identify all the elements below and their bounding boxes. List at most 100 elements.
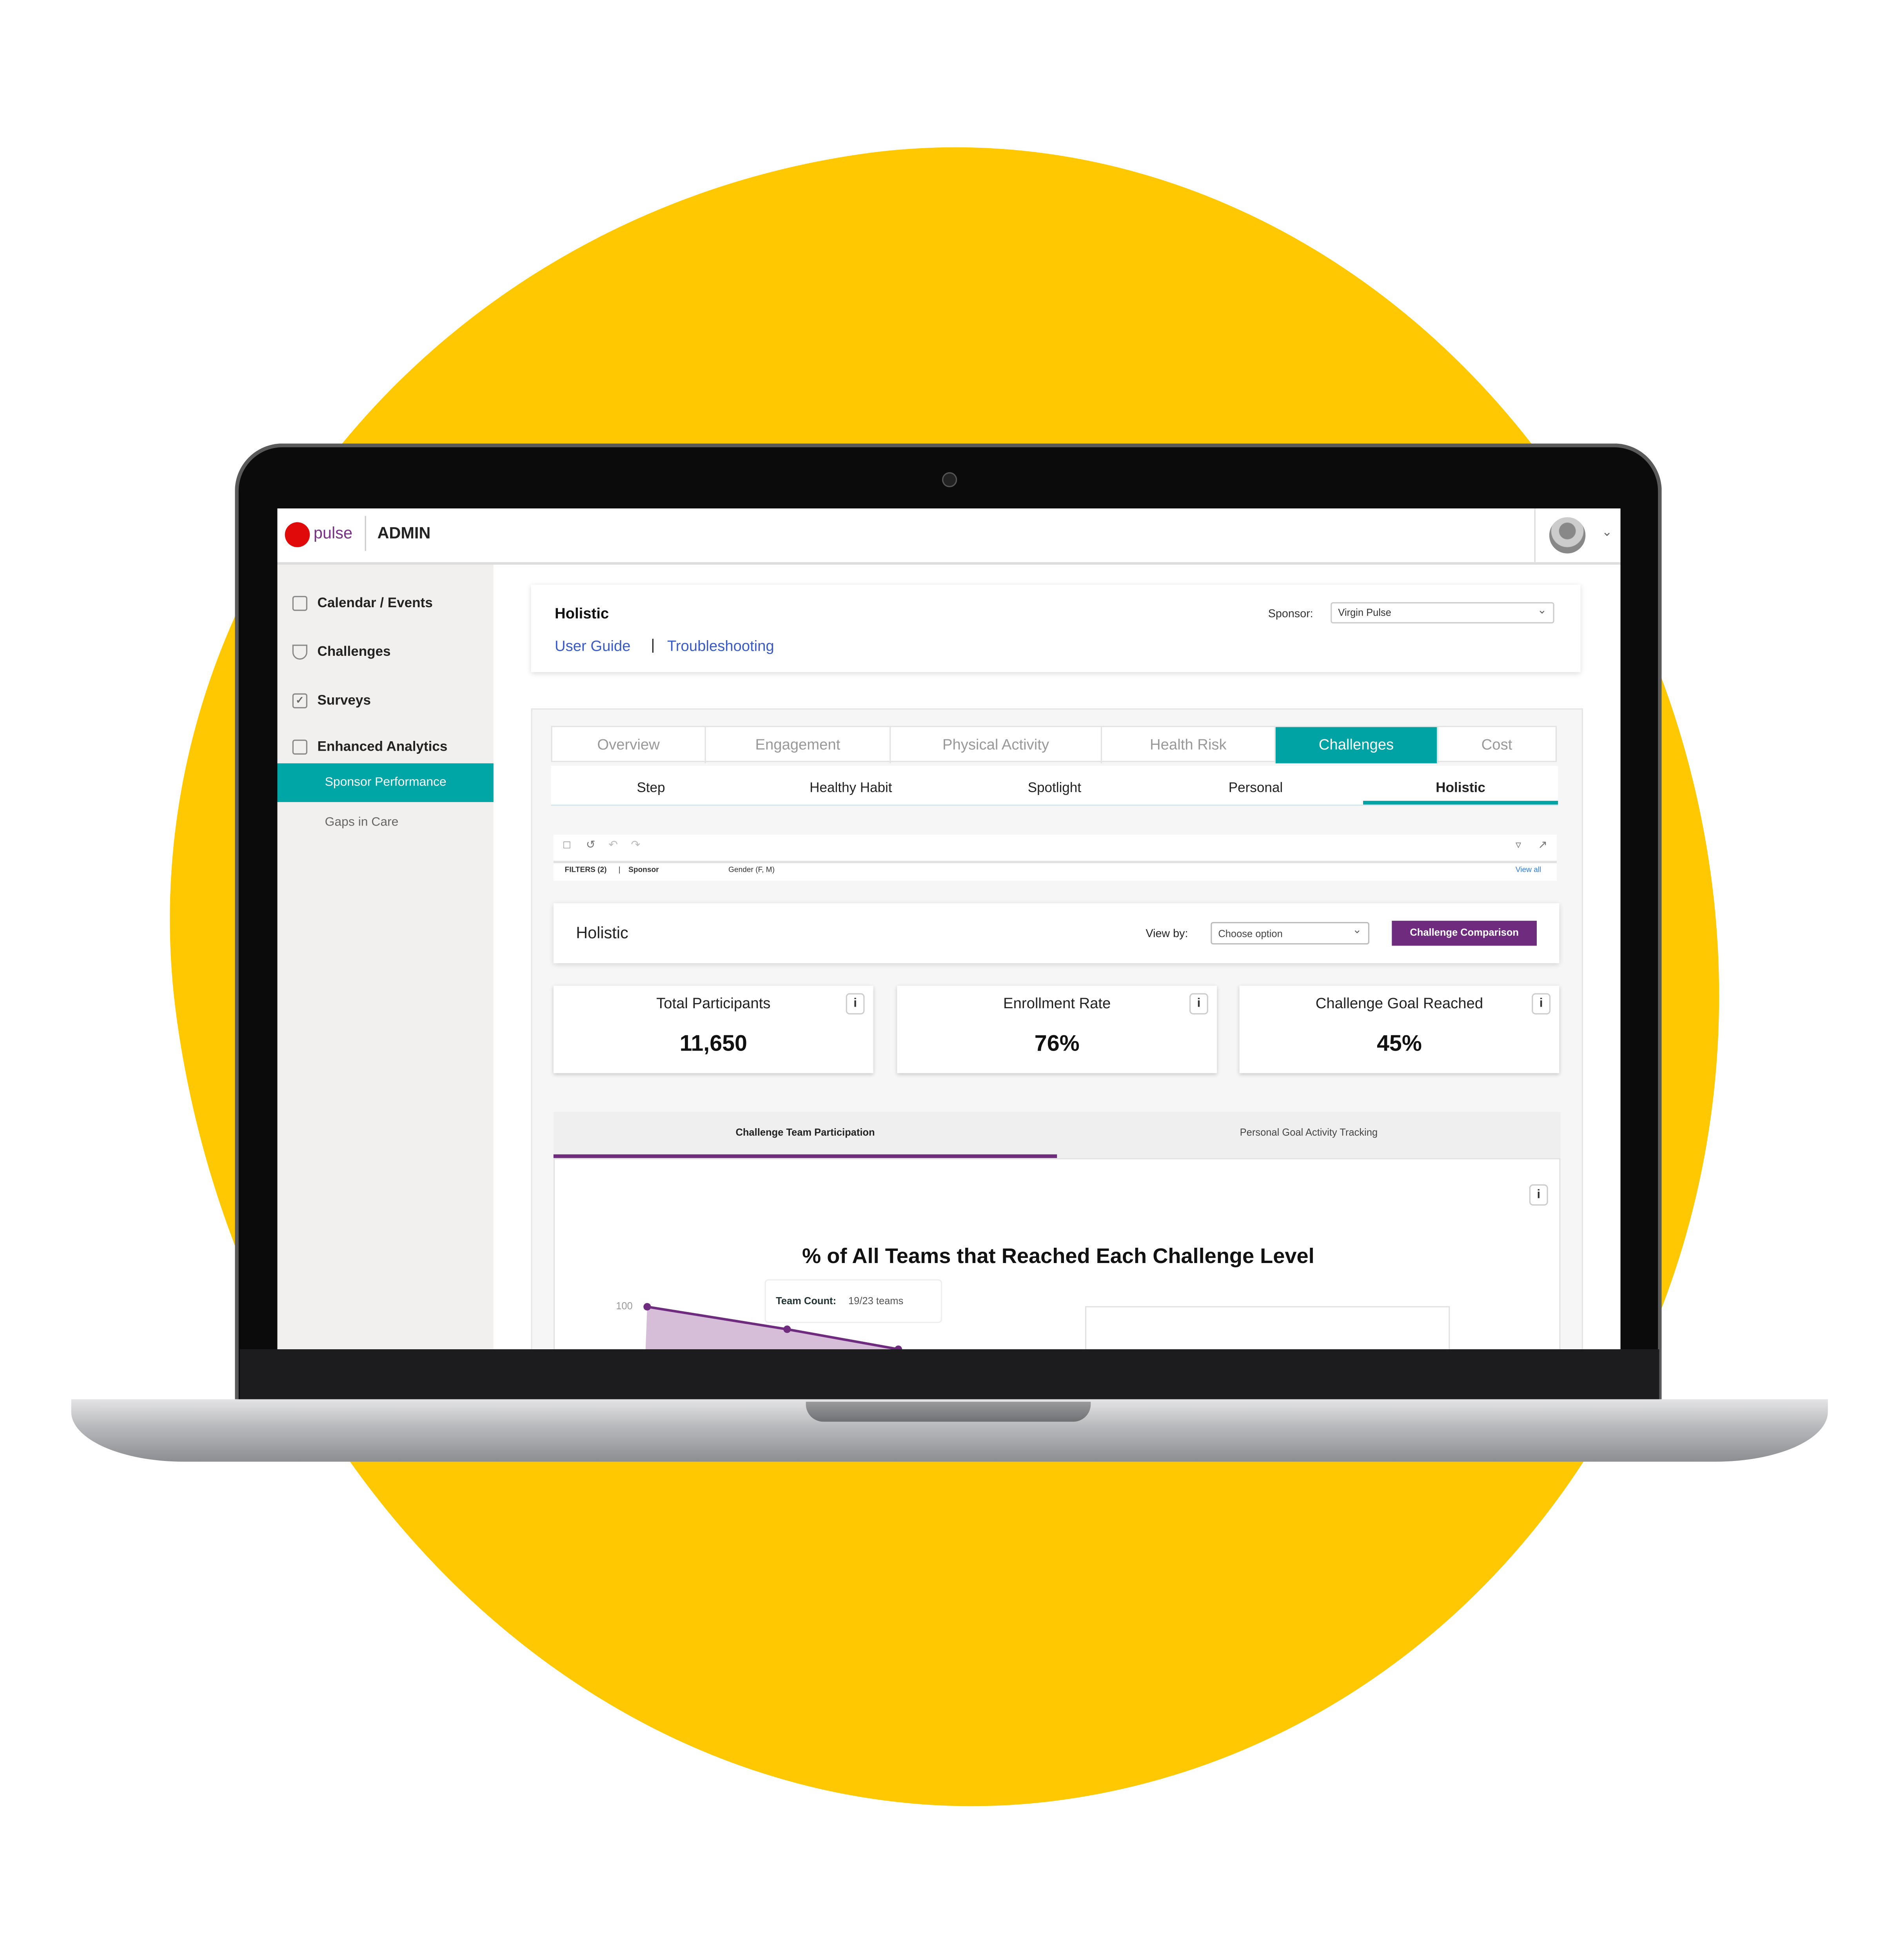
kpi-value: 76%	[1034, 1031, 1080, 1056]
trophy-icon	[292, 644, 308, 660]
section-title: Holistic	[576, 923, 628, 942]
info-icon[interactable]: i	[846, 993, 865, 1014]
tooltip-value: 19/23 teams	[848, 1295, 904, 1307]
analytics-panel: Overview Engagement Physical Activity He…	[531, 708, 1583, 1349]
troubleshooting-link[interactable]: Troubleshooting	[667, 637, 774, 655]
sub-tabs: Step Healthy Habit Spotlight Personal Ho…	[551, 766, 1558, 806]
kpi-challenge-goal-reached: Challenge Goal Reached 45% i	[1239, 985, 1560, 1073]
filter-bar: FILTERS (2) | Sponsor Gender (F, M) View…	[553, 863, 1557, 881]
chart-tooltip: Team Count: 19/23 teams	[764, 1279, 942, 1323]
kpi-value: 11,650	[679, 1031, 747, 1056]
tab-cost[interactable]: Cost	[1438, 727, 1556, 763]
active-subtab-indicator	[1363, 800, 1558, 805]
user-guide-link[interactable]: User Guide	[555, 637, 630, 655]
info-icon[interactable]: i	[1189, 993, 1208, 1014]
top-bar: pulse ADMIN ⌄	[277, 508, 1621, 565]
undo-icon[interactable]: ↶	[608, 838, 618, 852]
kpi-total-participants: Total Participants 11,650 i	[553, 985, 873, 1073]
virgin-logo-icon[interactable]	[285, 522, 310, 547]
kpi-title: Total Participants	[656, 994, 771, 1012]
clipboard-icon: ✓	[292, 693, 308, 709]
legend-box	[1085, 1306, 1450, 1349]
chevron-down-icon[interactable]: ⌄	[1602, 526, 1612, 540]
sidebar-item-calendar[interactable]: Calendar / Events	[292, 596, 433, 611]
subtab-healthy-habit[interactable]: Healthy Habit	[810, 781, 892, 796]
info-icon[interactable]: i	[1532, 993, 1551, 1014]
tab-label: Challenge Team Participation	[735, 1127, 875, 1138]
filters-count: FILTERS (2)	[565, 867, 607, 875]
tab-overview[interactable]: Overview	[552, 727, 706, 764]
link-separator: |	[651, 636, 655, 653]
section-header-card: Holistic View by: Choose option ⌄ Challe…	[553, 903, 1560, 964]
logo-text: pulse	[313, 523, 352, 543]
tab-personal-goal-activity-tracking[interactable]: Personal Goal Activity Tracking	[1057, 1112, 1560, 1158]
tab-health-risk[interactable]: Health Risk	[1102, 727, 1276, 764]
tooltip-label: Team Count:	[776, 1295, 837, 1307]
main-content: Holistic User Guide | Troubleshooting Sp…	[493, 564, 1621, 1349]
laptop-chin	[240, 1349, 1659, 1402]
sponsor-select[interactable]: Virgin Pulse ⌄	[1331, 602, 1554, 624]
filter-sponsor[interactable]: Sponsor	[628, 867, 659, 875]
button-label: Challenge Comparison	[1410, 927, 1519, 938]
sidebar: Calendar / Events Challenges ✓ Surveys E…	[277, 564, 494, 1349]
laptop-notch	[806, 1401, 1091, 1422]
analytics-icon	[292, 739, 308, 755]
sidebar-item-label: Challenges	[317, 644, 391, 660]
filter-separator: |	[618, 867, 621, 875]
kpi-row: Total Participants 11,650 i Enrollment R…	[553, 985, 1560, 1073]
filter-gender[interactable]: Gender (F, M)	[728, 867, 775, 875]
divider	[365, 516, 366, 551]
kpi-enrollment-rate: Enrollment Rate 76% i	[897, 985, 1217, 1073]
sidebar-item-label: Surveys	[317, 693, 371, 709]
admin-label: ADMIN	[377, 523, 431, 543]
sponsor-select-value: Virgin Pulse	[1338, 607, 1391, 619]
filter-icon[interactable]: ▿	[1516, 838, 1521, 852]
subtab-personal[interactable]: Personal	[1229, 781, 1283, 796]
sidebar-item-label: Enhanced Analytics	[317, 739, 448, 755]
sidebar-item-label: Gaps in Care	[325, 816, 399, 830]
area-chart	[643, 1303, 1450, 1349]
tab-engagement[interactable]: Engagement	[706, 727, 891, 764]
sidebar-item-enhanced-analytics[interactable]: Enhanced Analytics	[292, 739, 448, 755]
screen: pulse ADMIN ⌄ Calendar / Events Challeng…	[277, 508, 1621, 1349]
kpi-value: 45%	[1377, 1031, 1422, 1056]
sidebar-item-challenges[interactable]: Challenges	[292, 644, 391, 660]
sidebar-item-label: Sponsor Performance	[325, 776, 447, 790]
page-header-card: Holistic User Guide | Troubleshooting Sp…	[531, 584, 1581, 672]
camera-icon	[942, 472, 957, 487]
view-all-link[interactable]: View all	[1516, 867, 1541, 875]
sidebar-item-sponsor-performance[interactable]: Sponsor Performance	[277, 763, 494, 802]
sponsor-label: Sponsor:	[1268, 607, 1313, 620]
view-by-placeholder: Choose option	[1218, 928, 1283, 940]
main-tabs: Overview Engagement Physical Activity He…	[551, 726, 1557, 764]
redo-icon[interactable]: ↷	[631, 838, 640, 852]
kpi-title: Enrollment Rate	[1003, 994, 1111, 1012]
sidebar-item-gaps-in-care[interactable]: Gaps in Care	[325, 816, 399, 829]
tab-challenges[interactable]: Challenges	[1275, 727, 1438, 764]
toolbar: □ ↺ ↶ ↷ ▿ ↗	[553, 834, 1557, 864]
calendar-icon	[292, 596, 308, 611]
sidebar-item-surveys[interactable]: ✓ Surveys	[292, 693, 371, 709]
avatar[interactable]	[1549, 517, 1586, 554]
tab-physical-activity[interactable]: Physical Activity	[891, 727, 1102, 764]
challenge-comparison-button[interactable]: Challenge Comparison	[1392, 920, 1537, 946]
page-title: Holistic	[555, 604, 609, 622]
tab-label: Personal Goal Activity Tracking	[1240, 1127, 1378, 1138]
subtab-holistic[interactable]: Holistic	[1436, 781, 1485, 796]
subtab-spotlight[interactable]: Spotlight	[1028, 781, 1081, 796]
subtab-step[interactable]: Step	[637, 781, 665, 796]
reset-icon[interactable]: ↺	[586, 838, 595, 852]
data-point	[894, 1345, 902, 1349]
view-by-select[interactable]: Choose option ⌄	[1211, 922, 1369, 945]
data-point	[643, 1303, 651, 1311]
share-icon[interactable]: ↗	[1538, 838, 1547, 852]
data-point	[783, 1325, 791, 1333]
divider	[1534, 508, 1536, 563]
sidebar-item-label: Calendar / Events	[317, 596, 433, 611]
kpi-title: Challenge Goal Reached	[1315, 994, 1483, 1012]
tab-challenge-team-participation[interactable]: Challenge Team Participation	[553, 1112, 1057, 1158]
view-by-label: View by:	[1146, 927, 1188, 940]
chevron-down-icon: ⌄	[1352, 923, 1362, 936]
bookmark-icon[interactable]: □	[563, 838, 570, 851]
chart-tabs: Challenge Team Participation Personal Go…	[553, 1112, 1561, 1158]
